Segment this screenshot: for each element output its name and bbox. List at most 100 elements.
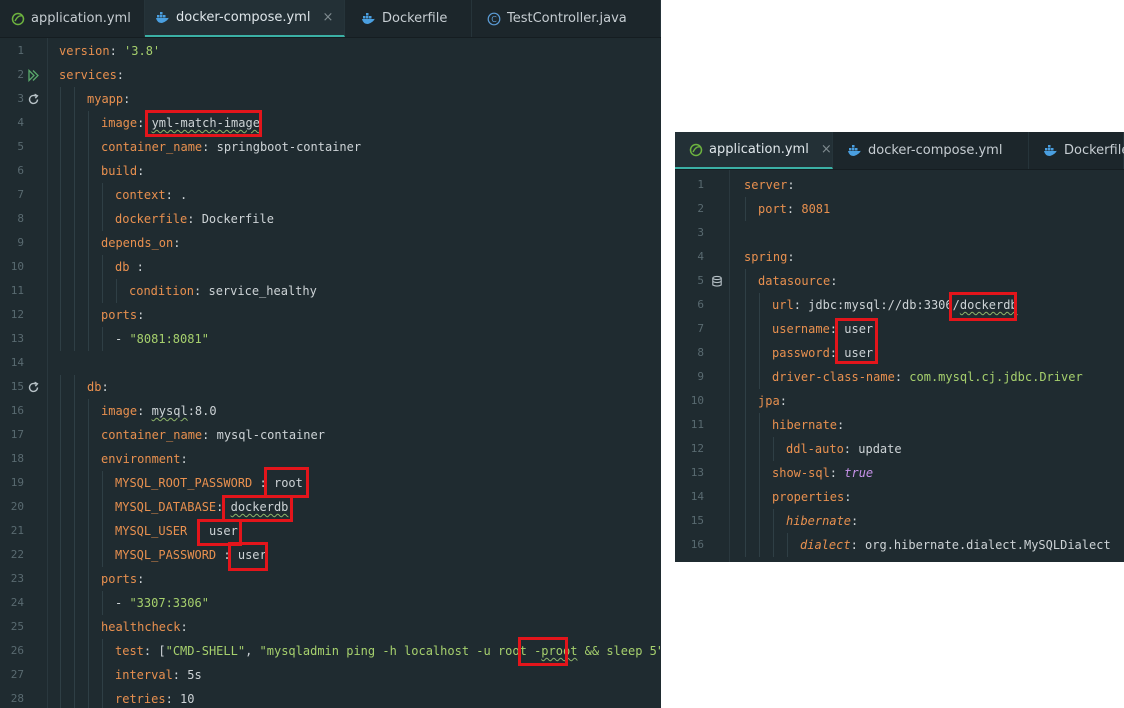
tab-docker-compose-yml[interactable]: docker-compose.yml × — [145, 0, 345, 37]
code-line[interactable]: 15 hibernate: — [675, 509, 1124, 533]
code-text[interactable]: healthcheck: — [101, 615, 188, 639]
tab-dockerfile[interactable]: Dockerfile — [345, 0, 472, 37]
code-text[interactable]: depends_on: — [101, 231, 180, 255]
code-text[interactable]: container_name: mysql-container — [101, 423, 325, 447]
code-line[interactable]: 6 build: — [0, 159, 661, 183]
code-line[interactable]: 12 ports: — [0, 303, 661, 327]
code-text[interactable]: context: . — [115, 183, 187, 207]
refresh-icon[interactable] — [26, 92, 40, 106]
tab-dockerfile[interactable]: Dockerfile — [1029, 132, 1124, 169]
code-line[interactable]: 22 MYSQL_PASSWORD : user — [0, 543, 661, 567]
code-text[interactable]: ports: — [101, 567, 144, 591]
code-text[interactable]: myapp: — [87, 87, 130, 111]
close-icon[interactable]: × — [821, 142, 832, 157]
code-text[interactable]: - "3307:3306" — [115, 591, 209, 615]
code-line[interactable]: 2 port: 8081 — [675, 197, 1124, 221]
java-class-icon: C — [486, 11, 501, 26]
code-line[interactable]: 13 show-sql: true — [675, 461, 1124, 485]
code-line[interactable]: 5 datasource: — [675, 269, 1124, 293]
code-line[interactable]: 17 container_name: mysql-container — [0, 423, 661, 447]
code-line[interactable]: 16 dialect: org.hibernate.dialect.MySQLDi… — [675, 533, 1124, 557]
code-text[interactable]: driver-class-name: com.mysql.cj.jdbc.Dri… — [772, 365, 1083, 389]
code-text[interactable]: environment: — [101, 447, 188, 471]
code-token: jpa — [758, 394, 780, 408]
code-token: "8081:8081" — [129, 332, 209, 346]
code-text[interactable]: image: mysql:8.0 — [101, 399, 217, 423]
code-text[interactable]: container_name: springboot-container — [101, 135, 361, 159]
code-text[interactable]: db: — [87, 375, 109, 399]
code-text[interactable]: services: — [59, 63, 124, 87]
code-line[interactable]: 23 ports: — [0, 567, 661, 591]
tab-application-yml[interactable]: application.yml — [0, 0, 145, 37]
code-line[interactable]: 9 driver-class-name: com.mysql.cj.jdbc.Dr… — [675, 365, 1124, 389]
code-line[interactable]: 11 condition: service_healthy — [0, 279, 661, 303]
close-icon[interactable]: × — [322, 10, 333, 25]
code-text[interactable]: db : — [115, 255, 144, 279]
code-text[interactable]: condition: service_healthy — [129, 279, 317, 303]
code-line[interactable]: 1 server: — [675, 173, 1124, 197]
indent-guide — [745, 269, 746, 293]
code-text[interactable]: dockerfile: Dockerfile — [115, 207, 274, 231]
code-line[interactable]: 11 hibernate: — [675, 413, 1124, 437]
code-line[interactable]: 8 dockerfile: Dockerfile — [0, 207, 661, 231]
code-line[interactable]: 24 - "3307:3306" — [0, 591, 661, 615]
code-text[interactable]: datasource: — [758, 269, 837, 293]
code-line[interactable]: 15 db: — [0, 375, 661, 399]
code-text[interactable]: show-sql: true — [772, 461, 873, 485]
tab-docker-compose-yml[interactable]: docker-compose.yml — [833, 132, 1029, 169]
code-text[interactable]: jpa: — [758, 389, 787, 413]
code-line[interactable]: 4 image: yml-match-image — [0, 111, 661, 135]
code-line[interactable]: 13 - "8081:8081" — [0, 327, 661, 351]
code-line[interactable]: 14 properties: — [675, 485, 1124, 509]
code-line[interactable]: 6 url: jdbc:mysql://db:3306/dockerdb — [675, 293, 1124, 317]
line-number: 26 — [10, 644, 24, 657]
code-line[interactable]: 27 interval: 5s — [0, 663, 661, 687]
code-text[interactable]: ports: — [101, 303, 144, 327]
code-text[interactable]: test: ["CMD-SHELL", "mysqladmin ping -h … — [115, 639, 661, 663]
code-text[interactable]: properties: — [772, 485, 851, 509]
code-line[interactable]: 10 db : — [0, 255, 661, 279]
tab-application-yml[interactable]: application.yml × — [675, 132, 833, 169]
code-line[interactable]: 9 depends_on: — [0, 231, 661, 255]
code-line[interactable]: 20 MYSQL_DATABASE: dockerdb — [0, 495, 661, 519]
indent-guide — [74, 255, 75, 279]
code-line[interactable]: 1 version: '3.8' — [0, 39, 661, 63]
code-text[interactable]: interval: 5s — [115, 663, 202, 687]
code-text[interactable]: port: 8081 — [758, 197, 830, 221]
code-line[interactable]: 16 image: mysql:8.0 — [0, 399, 661, 423]
code-line[interactable]: 19 MYSQL_ROOT_PASSWORD : root — [0, 471, 661, 495]
code-editor[interactable]: 1 server: 2 port: 8081 3 4 spring: 5 datasource:… — [675, 170, 1124, 562]
code-line[interactable]: 3 myapp: — [0, 87, 661, 111]
code-line[interactable]: 28 retries: 10 — [0, 687, 661, 708]
code-text[interactable]: spring: — [744, 245, 795, 269]
code-line[interactable]: 7 context: . — [0, 183, 661, 207]
code-line[interactable]: 18 environment: — [0, 447, 661, 471]
code-text[interactable]: dialect: org.hibernate.dialect.MySQLDial… — [800, 533, 1111, 557]
code-line[interactable]: 8 password: user — [675, 341, 1124, 365]
code-text[interactable]: hibernate: — [786, 509, 858, 533]
code-text[interactable]: ddl-auto: update — [786, 437, 902, 461]
code-line[interactable]: 4 spring: — [675, 245, 1124, 269]
code-token: show-sql — [772, 466, 830, 480]
code-line[interactable]: 10 jpa: — [675, 389, 1124, 413]
run-services-icon[interactable] — [26, 68, 40, 82]
code-line[interactable]: 5 container_name: springboot-container — [0, 135, 661, 159]
code-line[interactable]: 3 — [675, 221, 1124, 245]
code-line[interactable]: 7 username: user — [675, 317, 1124, 341]
code-text[interactable]: version: '3.8' — [59, 39, 160, 63]
code-text[interactable]: - "8081:8081" — [115, 327, 209, 351]
code-editor[interactable]: 1 version: '3.8' 2 services: 3 myapp: 4 image: … — [0, 38, 661, 708]
code-line[interactable]: 25 healthcheck: — [0, 615, 661, 639]
code-text[interactable]: server: — [744, 173, 795, 197]
code-text[interactable]: retries: 10 — [115, 687, 194, 708]
code-line[interactable]: 12 ddl-auto: update — [675, 437, 1124, 461]
database-icon[interactable] — [710, 274, 724, 288]
code-token: myapp — [87, 92, 124, 106]
refresh-icon[interactable] — [26, 380, 40, 394]
code-line[interactable]: 14 — [0, 351, 661, 375]
code-line[interactable]: 21 MYSQL_USER : user — [0, 519, 661, 543]
tab-testcontroller-java[interactable]: C TestController.java — [472, 0, 661, 37]
code-text[interactable]: hibernate: — [772, 413, 844, 437]
code-line[interactable]: 2 services: — [0, 63, 661, 87]
code-text[interactable]: build: — [101, 159, 144, 183]
